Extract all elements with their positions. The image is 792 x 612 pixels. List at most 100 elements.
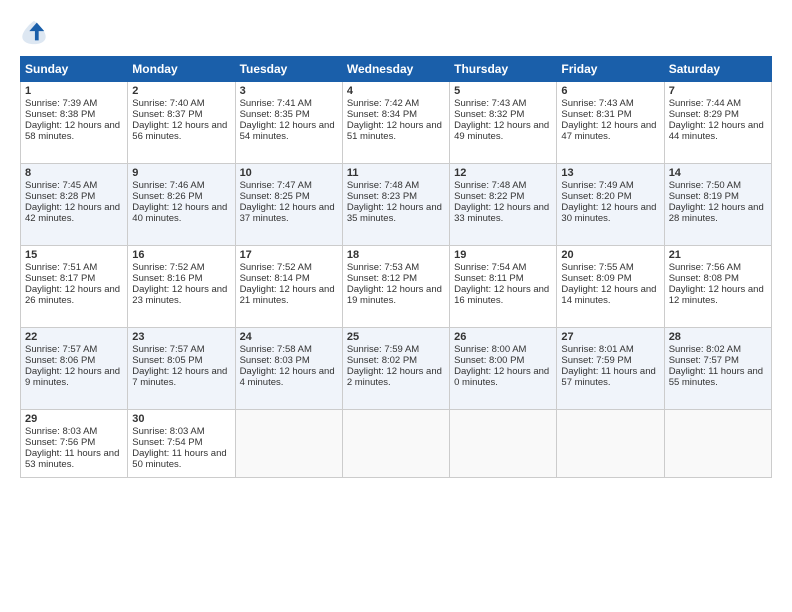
- sunset-text: Sunset: 8:14 PM: [240, 273, 310, 284]
- day-number: 17: [240, 249, 338, 261]
- calendar-cell: [664, 410, 771, 478]
- sunset-text: Sunset: 8:32 PM: [454, 109, 524, 120]
- sunrise-text: Sunrise: 7:55 AM: [561, 262, 633, 273]
- calendar-cell: 9Sunrise: 7:46 AMSunset: 8:26 PMDaylight…: [128, 164, 235, 246]
- calendar-cell: 13Sunrise: 7:49 AMSunset: 8:20 PMDayligh…: [557, 164, 664, 246]
- daylight-text: Daylight: 12 hours and 21 minutes.: [240, 284, 335, 306]
- daylight-text: Daylight: 12 hours and 33 minutes.: [454, 202, 549, 224]
- daylight-text: Daylight: 12 hours and 26 minutes.: [25, 284, 120, 306]
- sunset-text: Sunset: 8:34 PM: [347, 109, 417, 120]
- sunrise-text: Sunrise: 7:47 AM: [240, 180, 312, 191]
- daylight-text: Daylight: 12 hours and 14 minutes.: [561, 284, 656, 306]
- calendar-cell: 4Sunrise: 7:42 AMSunset: 8:34 PMDaylight…: [342, 82, 449, 164]
- daylight-text: Daylight: 11 hours and 50 minutes.: [132, 448, 226, 470]
- day-number: 25: [347, 331, 445, 343]
- weekday-header-wednesday: Wednesday: [342, 57, 449, 82]
- sunset-text: Sunset: 7:56 PM: [25, 437, 95, 448]
- day-number: 3: [240, 85, 338, 97]
- calendar-cell: 15Sunrise: 7:51 AMSunset: 8:17 PMDayligh…: [21, 246, 128, 328]
- daylight-text: Daylight: 12 hours and 44 minutes.: [669, 120, 764, 142]
- daylight-text: Daylight: 12 hours and 56 minutes.: [132, 120, 227, 142]
- calendar-cell: 19Sunrise: 7:54 AMSunset: 8:11 PMDayligh…: [450, 246, 557, 328]
- sunrise-text: Sunrise: 7:50 AM: [669, 180, 741, 191]
- page: SundayMondayTuesdayWednesdayThursdayFrid…: [0, 0, 792, 612]
- sunrise-text: Sunrise: 7:46 AM: [132, 180, 204, 191]
- weekday-header-saturday: Saturday: [664, 57, 771, 82]
- calendar-cell: 2Sunrise: 7:40 AMSunset: 8:37 PMDaylight…: [128, 82, 235, 164]
- daylight-text: Daylight: 12 hours and 7 minutes.: [132, 366, 227, 388]
- day-number: 29: [25, 413, 123, 425]
- calendar-cell: 14Sunrise: 7:50 AMSunset: 8:19 PMDayligh…: [664, 164, 771, 246]
- sunrise-text: Sunrise: 7:51 AM: [25, 262, 97, 273]
- weekday-header-sunday: Sunday: [21, 57, 128, 82]
- calendar-cell: 7Sunrise: 7:44 AMSunset: 8:29 PMDaylight…: [664, 82, 771, 164]
- sunrise-text: Sunrise: 7:59 AM: [347, 344, 419, 355]
- daylight-text: Daylight: 12 hours and 23 minutes.: [132, 284, 227, 306]
- daylight-text: Daylight: 12 hours and 0 minutes.: [454, 366, 549, 388]
- sunrise-text: Sunrise: 7:44 AM: [669, 98, 741, 109]
- sunrise-text: Sunrise: 7:43 AM: [561, 98, 633, 109]
- sunset-text: Sunset: 8:28 PM: [25, 191, 95, 202]
- sunrise-text: Sunrise: 7:48 AM: [454, 180, 526, 191]
- sunset-text: Sunset: 8:19 PM: [669, 191, 739, 202]
- sunrise-text: Sunrise: 8:00 AM: [454, 344, 526, 355]
- sunrise-text: Sunrise: 7:42 AM: [347, 98, 419, 109]
- daylight-text: Daylight: 12 hours and 12 minutes.: [669, 284, 764, 306]
- day-number: 22: [25, 331, 123, 343]
- calendar-cell: 11Sunrise: 7:48 AMSunset: 8:23 PMDayligh…: [342, 164, 449, 246]
- daylight-text: Daylight: 12 hours and 58 minutes.: [25, 120, 120, 142]
- day-number: 28: [669, 331, 767, 343]
- calendar-cell: 3Sunrise: 7:41 AMSunset: 8:35 PMDaylight…: [235, 82, 342, 164]
- sunset-text: Sunset: 8:11 PM: [454, 273, 524, 284]
- daylight-text: Daylight: 11 hours and 53 minutes.: [25, 448, 119, 470]
- sunrise-text: Sunrise: 7:54 AM: [454, 262, 526, 273]
- day-number: 11: [347, 167, 445, 179]
- sunset-text: Sunset: 8:26 PM: [132, 191, 202, 202]
- sunrise-text: Sunrise: 7:40 AM: [132, 98, 204, 109]
- calendar-cell: 21Sunrise: 7:56 AMSunset: 8:08 PMDayligh…: [664, 246, 771, 328]
- calendar-cell: 22Sunrise: 7:57 AMSunset: 8:06 PMDayligh…: [21, 328, 128, 410]
- day-number: 23: [132, 331, 230, 343]
- weekday-header-row: SundayMondayTuesdayWednesdayThursdayFrid…: [21, 57, 772, 82]
- calendar-cell: 12Sunrise: 7:48 AMSunset: 8:22 PMDayligh…: [450, 164, 557, 246]
- day-number: 14: [669, 167, 767, 179]
- sunrise-text: Sunrise: 7:49 AM: [561, 180, 633, 191]
- day-number: 1: [25, 85, 123, 97]
- sunset-text: Sunset: 7:59 PM: [561, 355, 631, 366]
- sunset-text: Sunset: 8:03 PM: [240, 355, 310, 366]
- daylight-text: Daylight: 11 hours and 57 minutes.: [561, 366, 655, 388]
- sunrise-text: Sunrise: 7:57 AM: [132, 344, 204, 355]
- weekday-header-friday: Friday: [557, 57, 664, 82]
- daylight-text: Daylight: 12 hours and 28 minutes.: [669, 202, 764, 224]
- day-number: 18: [347, 249, 445, 261]
- day-number: 4: [347, 85, 445, 97]
- calendar-week-row: 15Sunrise: 7:51 AMSunset: 8:17 PMDayligh…: [21, 246, 772, 328]
- sunset-text: Sunset: 8:25 PM: [240, 191, 310, 202]
- weekday-header-thursday: Thursday: [450, 57, 557, 82]
- sunrise-text: Sunrise: 7:41 AM: [240, 98, 312, 109]
- sunrise-text: Sunrise: 7:48 AM: [347, 180, 419, 191]
- day-number: 21: [669, 249, 767, 261]
- sunset-text: Sunset: 8:35 PM: [240, 109, 310, 120]
- sunset-text: Sunset: 8:08 PM: [669, 273, 739, 284]
- calendar-cell: [450, 410, 557, 478]
- calendar-week-row: 8Sunrise: 7:45 AMSunset: 8:28 PMDaylight…: [21, 164, 772, 246]
- sunset-text: Sunset: 8:23 PM: [347, 191, 417, 202]
- day-number: 27: [561, 331, 659, 343]
- sunrise-text: Sunrise: 7:52 AM: [240, 262, 312, 273]
- day-number: 12: [454, 167, 552, 179]
- day-number: 6: [561, 85, 659, 97]
- sunset-text: Sunset: 8:02 PM: [347, 355, 417, 366]
- daylight-text: Daylight: 11 hours and 55 minutes.: [669, 366, 763, 388]
- day-number: 10: [240, 167, 338, 179]
- sunset-text: Sunset: 8:29 PM: [669, 109, 739, 120]
- calendar-cell: [342, 410, 449, 478]
- daylight-text: Daylight: 12 hours and 9 minutes.: [25, 366, 120, 388]
- day-number: 9: [132, 167, 230, 179]
- sunrise-text: Sunrise: 7:43 AM: [454, 98, 526, 109]
- calendar-cell: 20Sunrise: 7:55 AMSunset: 8:09 PMDayligh…: [557, 246, 664, 328]
- daylight-text: Daylight: 12 hours and 51 minutes.: [347, 120, 442, 142]
- weekday-header-tuesday: Tuesday: [235, 57, 342, 82]
- sunrise-text: Sunrise: 7:39 AM: [25, 98, 97, 109]
- calendar-cell: 5Sunrise: 7:43 AMSunset: 8:32 PMDaylight…: [450, 82, 557, 164]
